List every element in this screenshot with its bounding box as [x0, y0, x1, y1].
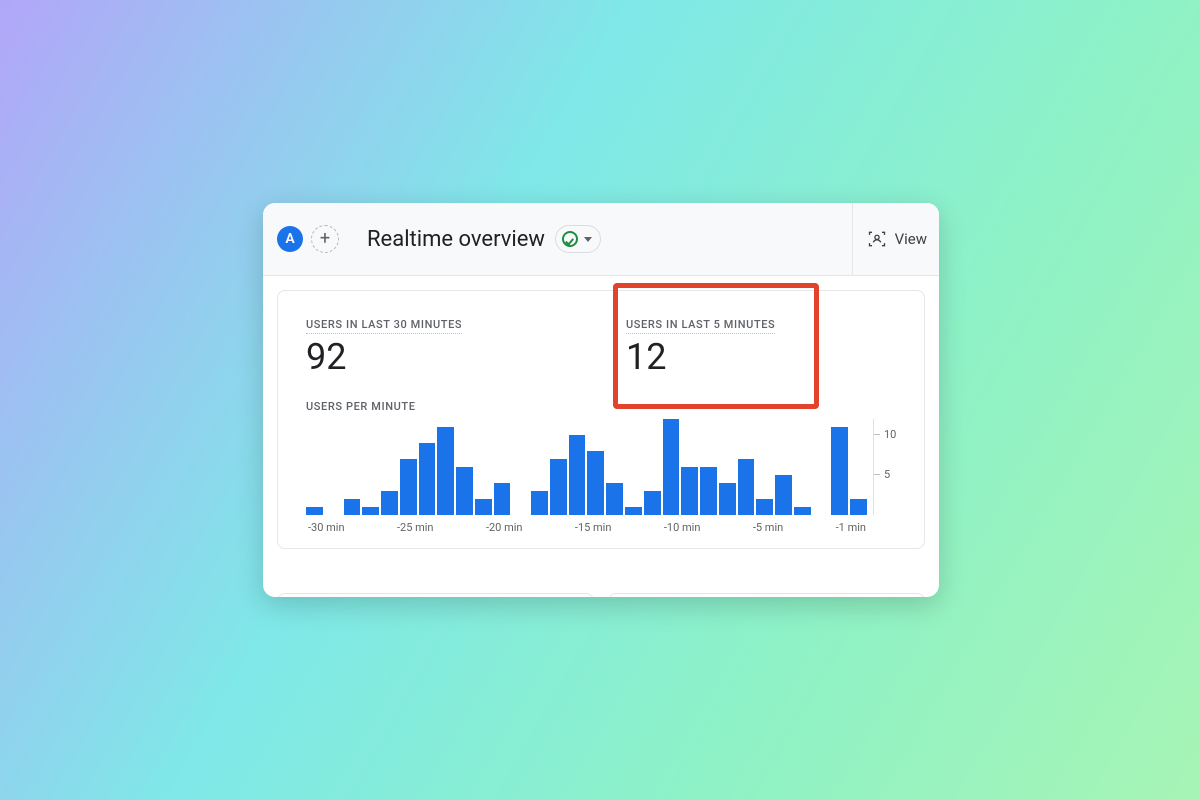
chevron-down-icon	[584, 237, 592, 242]
metric-label-last-5: USERS IN LAST 5 MINUTES	[626, 318, 775, 334]
y-axis: 510	[873, 419, 904, 515]
status-dropdown[interactable]	[555, 225, 601, 253]
metric-label-last-30: USERS IN LAST 30 MINUTES	[306, 318, 462, 334]
chart-bar	[644, 491, 661, 515]
chart-bar	[681, 467, 698, 515]
x-tick-label: -1 min	[836, 521, 866, 534]
metric-value-last-5: 12	[626, 338, 846, 378]
metrics-panel: USERS IN LAST 30 MINUTES 92 USERS IN LAS…	[277, 290, 925, 549]
chart-bar	[850, 499, 867, 515]
add-segment-button[interactable]: +	[311, 225, 339, 253]
chart-bar	[362, 507, 379, 515]
chart-bar	[381, 491, 398, 515]
x-tick-label: -15 min	[575, 521, 612, 534]
metric-last-5: USERS IN LAST 5 MINUTES 12	[626, 313, 846, 378]
users-per-minute-label: USERS PER MINUTE	[306, 400, 904, 413]
chart-bar	[719, 483, 736, 515]
segment-chip[interactable]: A	[277, 226, 303, 252]
x-tick-label: -25 min	[397, 521, 434, 534]
x-tick-label: -20 min	[486, 521, 523, 534]
users-per-minute-chart: 510	[306, 419, 904, 515]
below-panels-stub	[277, 593, 925, 597]
chart-bar	[531, 491, 548, 515]
chart-bar	[456, 467, 473, 515]
check-circle-icon	[562, 231, 578, 247]
x-axis: -30 min -25 min -20 min -15 min -10 min -5 mi…	[306, 521, 868, 534]
chart-bar	[475, 499, 492, 515]
chart-bar	[587, 451, 604, 515]
chart-bar	[663, 419, 680, 515]
chart-bar	[775, 475, 792, 515]
chart-bar	[738, 459, 755, 515]
x-tick-label: -30 min	[308, 521, 345, 534]
chart-bar	[550, 459, 567, 515]
chart-bar	[400, 459, 417, 515]
chart-bar	[794, 507, 811, 515]
metric-last-30: USERS IN LAST 30 MINUTES 92	[306, 313, 526, 378]
chart-bar	[625, 507, 642, 515]
chart-bar	[606, 483, 623, 515]
chart-bar	[437, 427, 454, 515]
realtime-card: A + Realtime overview View	[263, 203, 939, 597]
chart-bar	[419, 443, 436, 515]
card-header: A + Realtime overview View	[263, 203, 939, 276]
view-snapshot-button[interactable]: View	[852, 203, 927, 275]
user-focus-icon	[867, 229, 887, 249]
chart-bar	[306, 507, 323, 515]
chart-bar	[494, 483, 511, 515]
chart-bar	[569, 435, 586, 515]
metric-value-last-30: 92	[306, 338, 526, 378]
x-tick-label: -5 min	[753, 521, 783, 534]
chart-bar	[344, 499, 361, 515]
chart-bar	[831, 427, 848, 515]
page-title: Realtime overview	[367, 227, 545, 252]
view-label: View	[895, 230, 927, 248]
x-tick-label: -10 min	[664, 521, 701, 534]
chart-bar	[756, 499, 773, 515]
chart-bar	[700, 467, 717, 515]
